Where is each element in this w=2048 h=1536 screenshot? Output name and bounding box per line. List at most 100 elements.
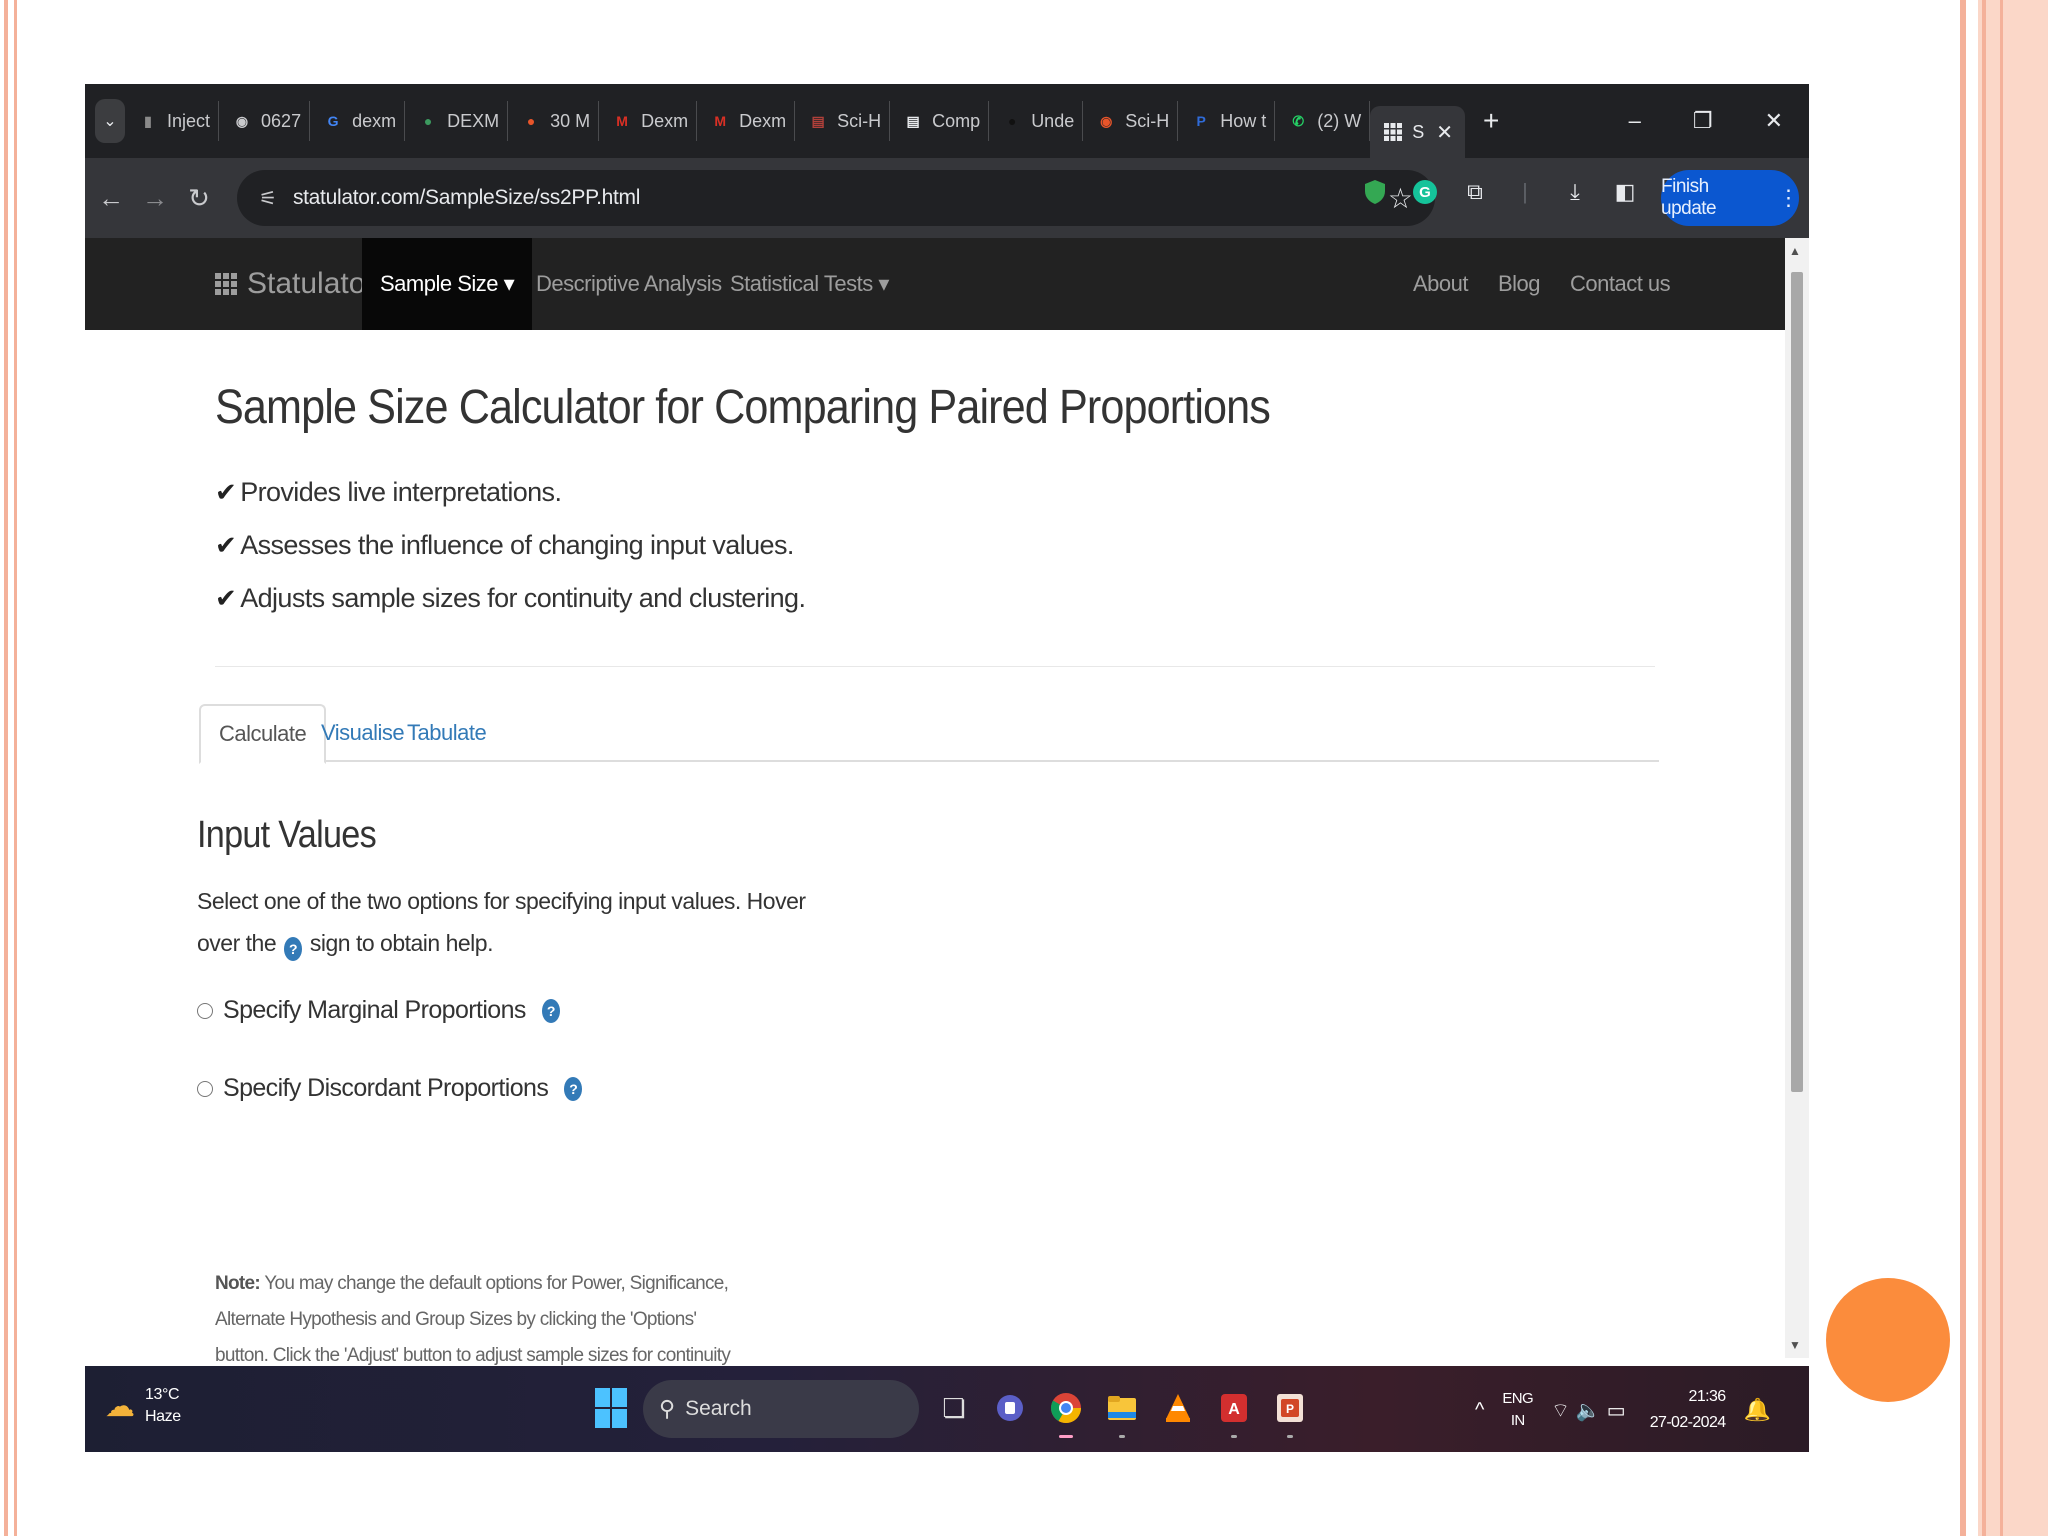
tab-item[interactable]: M Dexm	[599, 101, 698, 141]
haze-weather-icon: ☁	[105, 1389, 135, 1423]
powerpoint-icon[interactable]: P	[1273, 1386, 1307, 1438]
tab-item[interactable]: ▤ Comp	[890, 101, 990, 141]
nav-sample-size[interactable]: Sample Size ▾	[362, 238, 533, 330]
help-icon[interactable]: ?	[564, 1076, 583, 1101]
tab-item[interactable]: ▮ Inject	[125, 101, 220, 141]
more-menu-icon[interactable]: ⋮	[1778, 185, 1800, 211]
nav-blog[interactable]: Blog	[1498, 238, 1541, 330]
option-discordant[interactable]: Specify Discordant Proportions ?	[197, 1074, 584, 1103]
restore-icon[interactable]: ❐	[1693, 108, 1713, 134]
input-values-heading: Input Values	[197, 814, 377, 856]
download-icon[interactable]: ⤓	[1561, 176, 1589, 208]
p-icon: P	[1196, 113, 1206, 129]
tab-label: Sci-H	[837, 110, 882, 131]
language-indicator[interactable]: ENG IN	[1502, 1388, 1533, 1432]
tab-item[interactable]: ◉ Sci-H	[1083, 101, 1179, 141]
wifi-volume-battery-icons[interactable]: ⌔🔈▭	[1551, 1398, 1632, 1423]
url-text[interactable]: statulator.com/SampleSize/ss2PP.html	[293, 186, 640, 210]
finish-update-label: Finish update	[1661, 176, 1717, 219]
shield-extension-icon[interactable]	[1361, 176, 1389, 208]
site-icon: ●	[1007, 113, 1017, 129]
close-icon[interactable]: ✕	[1436, 120, 1453, 145]
help-icon[interactable]: ?	[284, 937, 302, 961]
option-discordant-label[interactable]: Specify Discordant Proportions	[223, 1074, 549, 1103]
task-view-icon[interactable]: ❏	[937, 1386, 971, 1430]
page-scrollbar[interactable]: ▲ ▼	[1785, 238, 1809, 1358]
feature-item: ✔ Provides live interpretations.	[215, 466, 805, 519]
teams-icon[interactable]	[993, 1386, 1027, 1430]
tab-item[interactable]: ✆ (2) W	[1275, 101, 1371, 141]
tab-label: dexm	[352, 110, 397, 131]
clock[interactable]: 21:36 27-02-2024	[1650, 1384, 1726, 1436]
option-marginal[interactable]: Specify Marginal Proportions ?	[197, 996, 562, 1025]
scroll-up-arrow[interactable]: ▲	[1789, 244, 1801, 258]
nav-statistical-tests[interactable]: Statistical Tests ▾	[730, 238, 889, 330]
checkmark-icon: ✔	[215, 530, 237, 560]
google-icon: G	[327, 113, 339, 129]
brand-logo[interactable]: Statulator	[215, 238, 375, 330]
doc-icon: ▤	[906, 112, 920, 129]
taskbar-search-label: Search	[685, 1397, 752, 1420]
tab-search-button[interactable]: ⌄	[95, 99, 125, 143]
feature-text: Adjusts sample sizes for continuity and …	[240, 583, 806, 613]
site-icon: ●	[423, 113, 433, 129]
nav-descriptive-analysis[interactable]: Descriptive Analysis	[536, 238, 722, 330]
tab-label: Inject	[167, 110, 211, 131]
tab-label: Sci-H	[1125, 110, 1170, 131]
feature-text: Assesses the influence of changing input…	[240, 530, 794, 560]
tab-item[interactable]: M Dexm	[697, 101, 796, 141]
tab-label: DEXM	[447, 110, 500, 131]
weather-widget[interactable]: ☁ 13°C Haze	[105, 1384, 181, 1428]
vlc-icon[interactable]	[1161, 1386, 1195, 1430]
tab-active[interactable]: S ✕	[1370, 106, 1466, 158]
new-tab-button[interactable]: +	[1483, 105, 1499, 137]
back-icon[interactable]: ←	[89, 183, 133, 214]
tab-item[interactable]: ● 30 M	[508, 101, 600, 141]
file-explorer-icon[interactable]	[1105, 1386, 1139, 1438]
acrobat-icon[interactable]: A	[1217, 1386, 1251, 1438]
tab-label: Unde	[1031, 110, 1075, 131]
tab-strip: ⌄ ▮ Inject ◉ 0627 Gdexm ● DEXM ● 30 M M Dexm M Dexm ▤…	[85, 84, 1809, 158]
tab-item[interactable]: ▤ Sci-H	[795, 101, 891, 141]
taskbar-search[interactable]: ⚲ Search	[643, 1380, 919, 1438]
nav-contact[interactable]: Contact us	[1570, 238, 1671, 330]
forward-icon[interactable]: →	[133, 183, 177, 214]
feature-text: Provides live interpretations.	[240, 477, 562, 507]
minimize-icon[interactable]: –	[1629, 108, 1641, 134]
page-icon: ▮	[144, 112, 152, 129]
windows-start-icon[interactable]	[595, 1388, 627, 1428]
radio-marginal[interactable]	[197, 1002, 213, 1019]
calculator-tabs: Calculate Visualise Tabulate	[199, 704, 1659, 764]
tab-item[interactable]: Gdexm	[310, 101, 406, 141]
tab-item[interactable]: ◉ 0627	[219, 101, 311, 141]
finish-update-button[interactable]: Finish update ⋮	[1661, 170, 1799, 226]
chrome-icon[interactable]	[1049, 1386, 1083, 1438]
show-hidden-icons[interactable]: ^	[1475, 1399, 1484, 1422]
notification-bell-icon[interactable]: 🔔	[1744, 1397, 1771, 1423]
reload-icon[interactable]: ↻	[177, 183, 221, 214]
window-close-icon[interactable]: ✕	[1765, 108, 1783, 134]
feature-item: ✔ Adjusts sample sizes for continuity and…	[215, 572, 806, 625]
option-marginal-label[interactable]: Specify Marginal Proportions	[223, 996, 526, 1025]
radio-discordant[interactable]	[197, 1080, 213, 1097]
tab-tabulate[interactable]: Tabulate	[389, 704, 504, 762]
tab-item[interactable]: P How t	[1178, 101, 1276, 141]
extensions-puzzle-icon[interactable]: ⧉	[1461, 176, 1489, 208]
help-icon[interactable]: ?	[541, 998, 560, 1023]
scroll-thumb[interactable]	[1791, 272, 1803, 1092]
tab-label: 30 M	[550, 110, 591, 131]
tab-item[interactable]: ● DEXM	[405, 101, 509, 141]
weather-temp: 13°C	[145, 1386, 180, 1403]
tab-item[interactable]: ● Unde	[989, 101, 1084, 141]
windows-taskbar: ☁ 13°C Haze ⚲ Search ❏ A P ^ ENG IN ⌔🔈▭ …	[85, 1366, 1809, 1452]
scroll-down-arrow[interactable]: ▼	[1789, 1338, 1801, 1352]
address-bar[interactable]: ⚟ statulator.com/SampleSize/ss2PP.html ☆	[237, 170, 1435, 226]
side-panel-icon[interactable]: ◧	[1611, 176, 1639, 208]
grammarly-icon[interactable]: G	[1411, 176, 1439, 208]
help-text-part2: sign to obtain help.	[309, 930, 494, 956]
site-info-icon[interactable]: ⚟	[259, 186, 277, 211]
grid-logo-icon	[215, 273, 237, 295]
nav-about[interactable]: About	[1413, 238, 1469, 330]
search-icon: ⚲	[659, 1396, 676, 1421]
checkmark-icon: ✔	[215, 583, 237, 613]
